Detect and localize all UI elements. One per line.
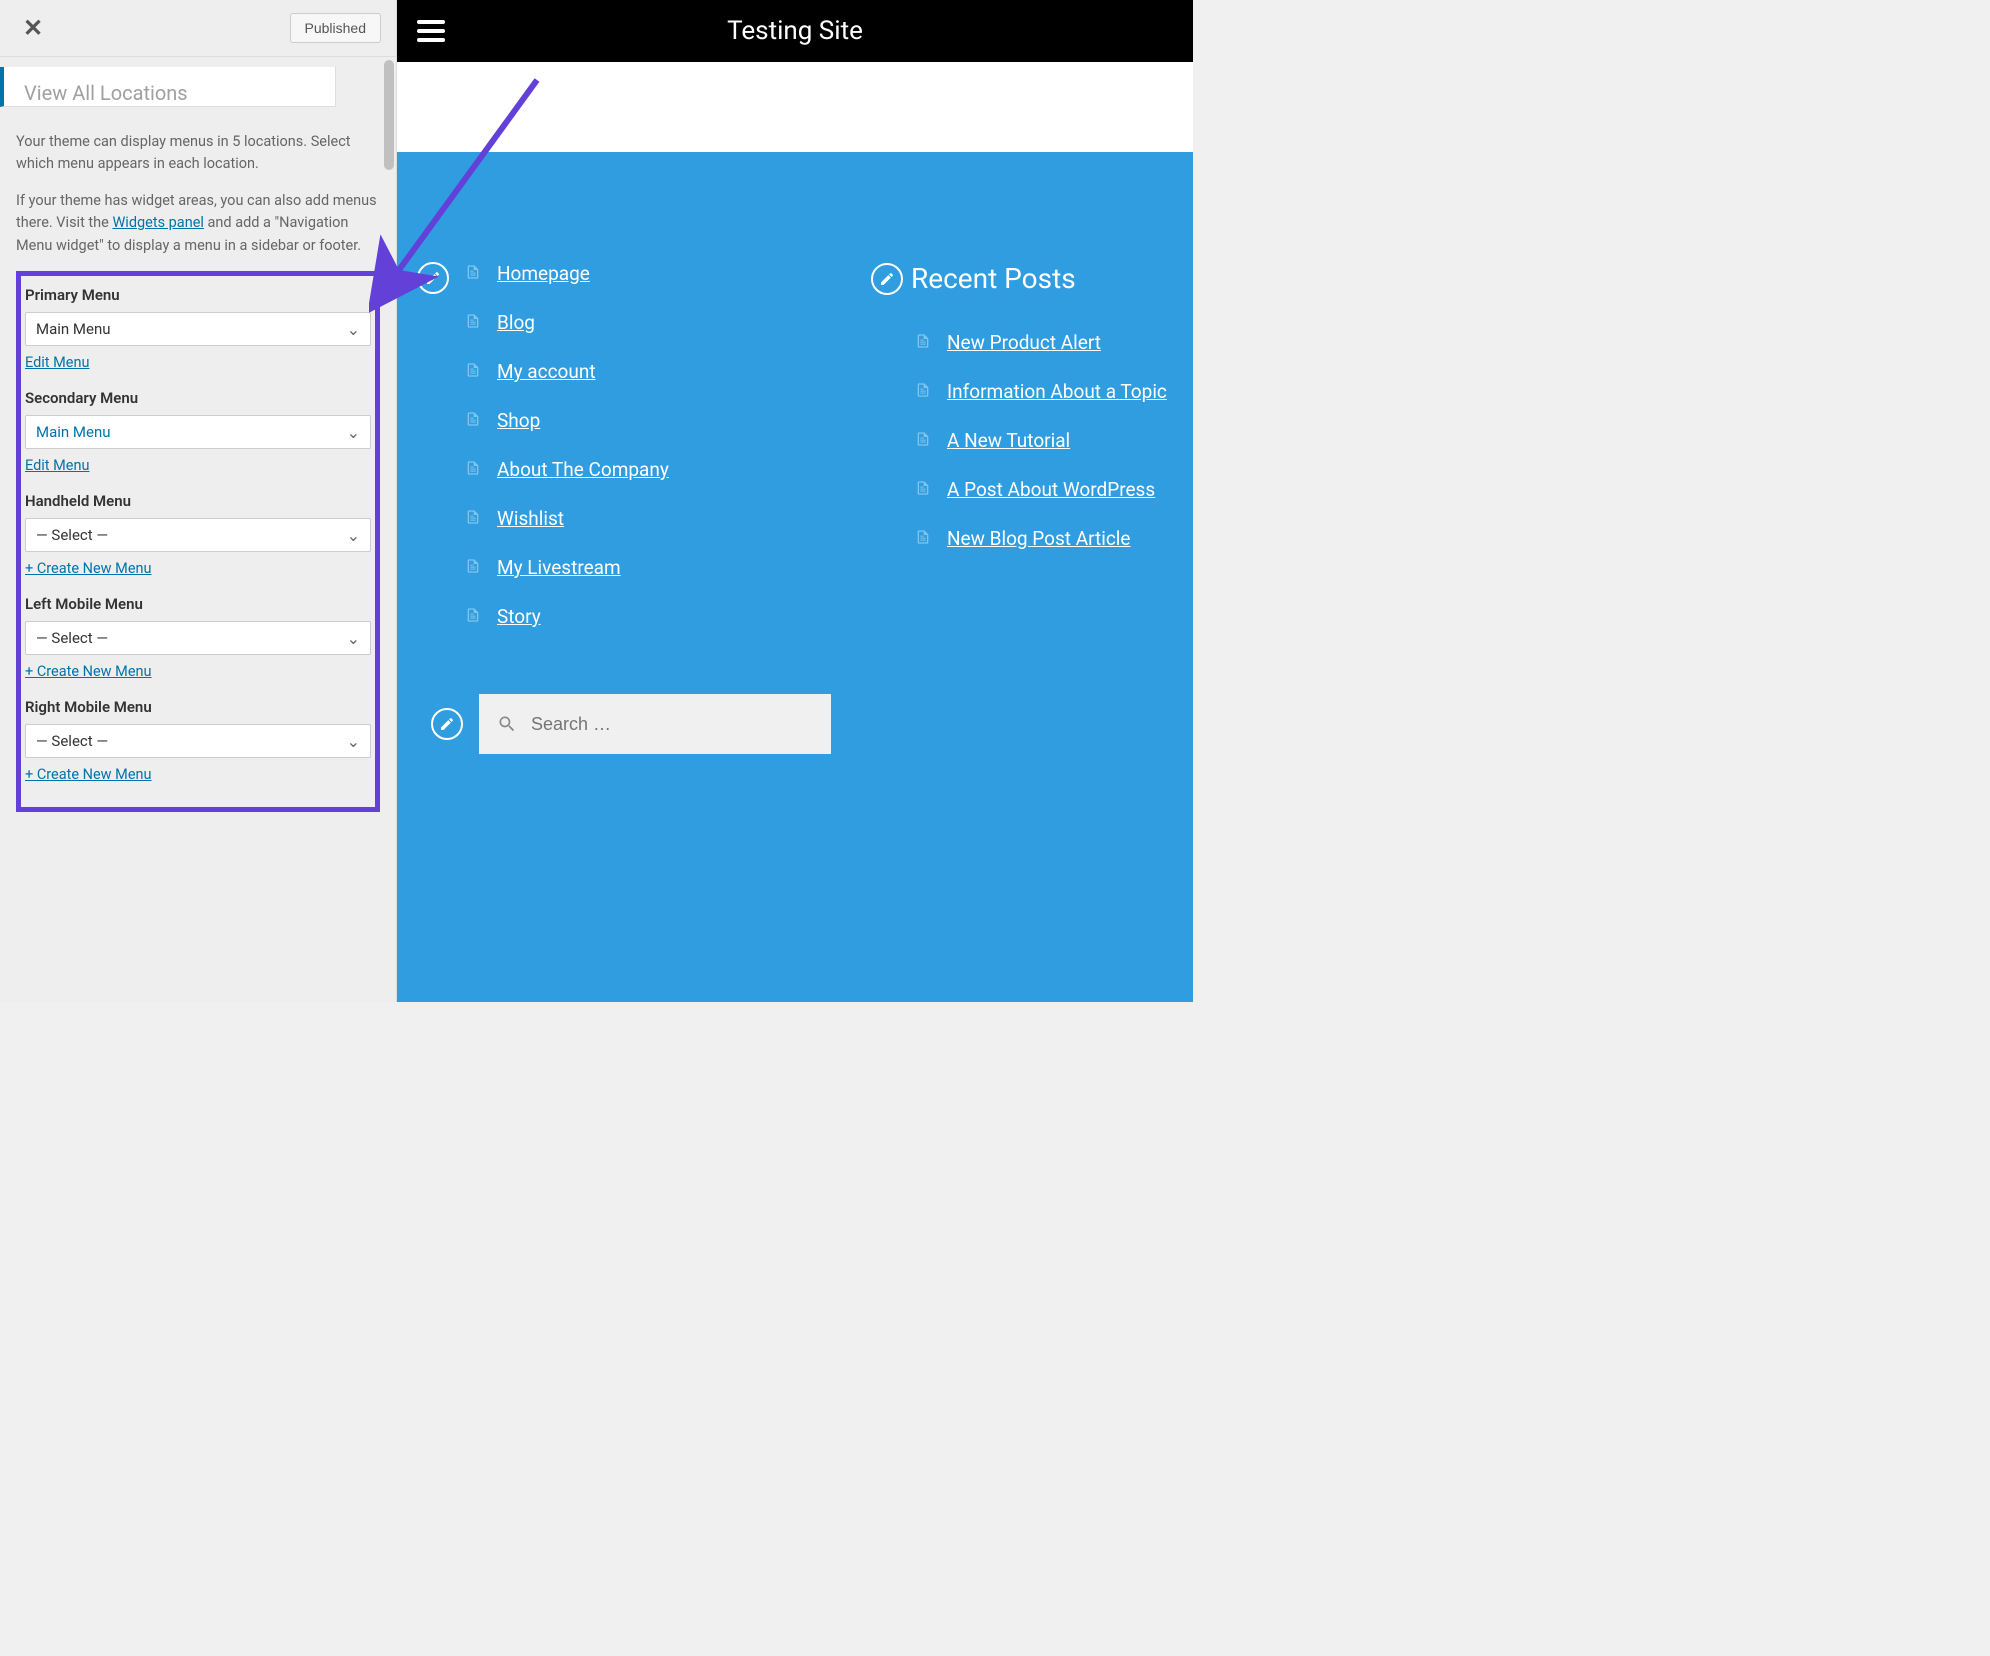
nav-link[interactable]: About The Company: [497, 458, 669, 481]
list-item: A New Tutorial: [915, 429, 1173, 452]
menu-action-link[interactable]: + Create New Menu: [25, 766, 152, 783]
document-icon: [465, 607, 481, 627]
chevron-down-icon: ⌄: [347, 732, 360, 751]
list-item: About The Company: [465, 458, 669, 481]
help-text-2: If your theme has widget areas, you can …: [16, 190, 380, 257]
menu-location-label: Primary Menu: [25, 286, 371, 304]
hamburger-icon[interactable]: [417, 20, 445, 42]
preview-body: Homepage Blog My account Shop About The Comp…: [397, 152, 1193, 1002]
sidebar-content: Your theme can display menus in 5 locati…: [0, 117, 396, 1002]
document-icon: [915, 382, 931, 402]
menu-action-link[interactable]: Edit Menu: [25, 354, 90, 371]
menu-select[interactable]: Main Menu ⌄: [25, 312, 371, 346]
nav-link[interactable]: Blog: [497, 311, 535, 334]
menu-location-label: Handheld Menu: [25, 492, 371, 510]
edit-widget-icon[interactable]: [431, 708, 463, 740]
edit-widget-icon[interactable]: [871, 263, 903, 295]
menu-select-value: — Select —: [36, 526, 108, 544]
nav-link[interactable]: Shop: [497, 409, 540, 432]
widget-title-recent-posts: Recent Posts: [911, 262, 1076, 295]
menu-select-value: — Select —: [36, 732, 108, 750]
menu-select[interactable]: — Select — ⌄: [25, 724, 371, 758]
search-widget: [431, 694, 831, 754]
post-link[interactable]: A New Tutorial: [947, 429, 1070, 452]
document-icon: [465, 264, 481, 284]
menu-action-link[interactable]: Edit Menu: [25, 457, 90, 474]
list-item: Homepage: [465, 262, 669, 285]
document-icon: [915, 529, 931, 549]
list-item: Shop: [465, 409, 669, 432]
menu-location: Left Mobile Menu — Select — ⌄ + Create N…: [25, 595, 371, 680]
document-icon: [915, 431, 931, 451]
menu-select[interactable]: Main Menu ⌄: [25, 415, 371, 449]
nav-link[interactable]: Story: [497, 605, 541, 628]
widget-column-2: Recent Posts New Product Alert Informatio…: [851, 252, 1193, 1002]
chevron-down-icon: ⌄: [347, 629, 360, 648]
document-icon: [465, 411, 481, 431]
menu-action-link[interactable]: + Create New Menu: [25, 663, 152, 680]
list-item: New Product Alert: [915, 331, 1173, 354]
document-icon: [465, 509, 481, 529]
post-link[interactable]: A Post About WordPress: [947, 478, 1155, 501]
list-item: My account: [465, 360, 669, 383]
nav-link[interactable]: Wishlist: [497, 507, 564, 530]
menu-location-label: Right Mobile Menu: [25, 698, 371, 716]
document-icon: [465, 558, 481, 578]
help-text-1: Your theme can display menus in 5 locati…: [16, 131, 380, 176]
widgets-panel-link[interactable]: Widgets panel: [112, 214, 203, 231]
search-input[interactable]: [531, 714, 813, 735]
recent-posts-list: New Product Alert Information About a Top…: [915, 331, 1173, 550]
published-button[interactable]: Published: [290, 13, 382, 43]
site-title: Testing Site: [727, 16, 863, 46]
menu-location-label: Left Mobile Menu: [25, 595, 371, 613]
menu-location-label: Secondary Menu: [25, 389, 371, 407]
chevron-down-icon: ⌄: [347, 526, 360, 545]
document-icon: [465, 313, 481, 333]
menu-locations-group: Primary Menu Main Menu ⌄ Edit Menu Secon…: [16, 271, 380, 812]
menu-select[interactable]: — Select — ⌄: [25, 621, 371, 655]
edit-widget-icon[interactable]: [417, 262, 449, 294]
menu-select-value: Main Menu: [36, 320, 111, 338]
list-item: My Livestream: [465, 556, 669, 579]
document-icon: [465, 362, 481, 382]
list-item: Blog: [465, 311, 669, 334]
preview-pane: Testing Site Homepage Blog My account Shop A…: [397, 0, 1193, 1002]
widget-column-1: Homepage Blog My account Shop About The Comp…: [397, 252, 851, 1002]
sidebar-header: ✕ Published: [0, 0, 396, 57]
nav-link[interactable]: My Livestream: [497, 556, 621, 579]
post-link[interactable]: Information About a Topic: [947, 380, 1167, 403]
preview-header: Testing Site: [397, 0, 1193, 62]
customizer-sidebar: ✕ Published View All Locations Your them…: [0, 0, 397, 1002]
menu-location: Handheld Menu — Select — ⌄ + Create New …: [25, 492, 371, 577]
close-icon[interactable]: ✕: [15, 10, 51, 46]
sidebar-scrollbar[interactable]: [382, 60, 396, 1002]
document-icon: [915, 333, 931, 353]
document-icon: [915, 480, 931, 500]
menu-location: Primary Menu Main Menu ⌄ Edit Menu: [25, 286, 371, 371]
post-link[interactable]: New Blog Post Article: [947, 527, 1131, 550]
nav-link[interactable]: Homepage: [497, 262, 590, 285]
menu-select[interactable]: — Select — ⌄: [25, 518, 371, 552]
menu-select-value: — Select —: [36, 629, 108, 647]
chevron-down-icon: ⌄: [347, 423, 360, 442]
list-item: Information About a Topic: [915, 380, 1173, 403]
list-item: New Blog Post Article: [915, 527, 1173, 550]
scrollbar-thumb[interactable]: [384, 60, 394, 170]
list-item: Story: [465, 605, 669, 628]
list-item: Wishlist: [465, 507, 669, 530]
search-box[interactable]: [479, 694, 831, 754]
post-link[interactable]: New Product Alert: [947, 331, 1101, 354]
menu-action-link[interactable]: + Create New Menu: [25, 560, 152, 577]
menu-location: Secondary Menu Main Menu ⌄ Edit Menu: [25, 389, 371, 474]
search-icon: [497, 714, 517, 734]
panel-title: View All Locations: [24, 81, 188, 105]
document-icon: [465, 460, 481, 480]
list-item: A Post About WordPress: [915, 478, 1173, 501]
nav-link-list: Homepage Blog My account Shop About The Comp…: [465, 262, 669, 654]
panel-section-partial[interactable]: View All Locations: [0, 67, 336, 107]
menu-select-value: Main Menu: [36, 423, 111, 441]
nav-link[interactable]: My account: [497, 360, 596, 383]
chevron-down-icon: ⌄: [347, 320, 360, 339]
menu-location: Right Mobile Menu — Select — ⌄ + Create …: [25, 698, 371, 783]
